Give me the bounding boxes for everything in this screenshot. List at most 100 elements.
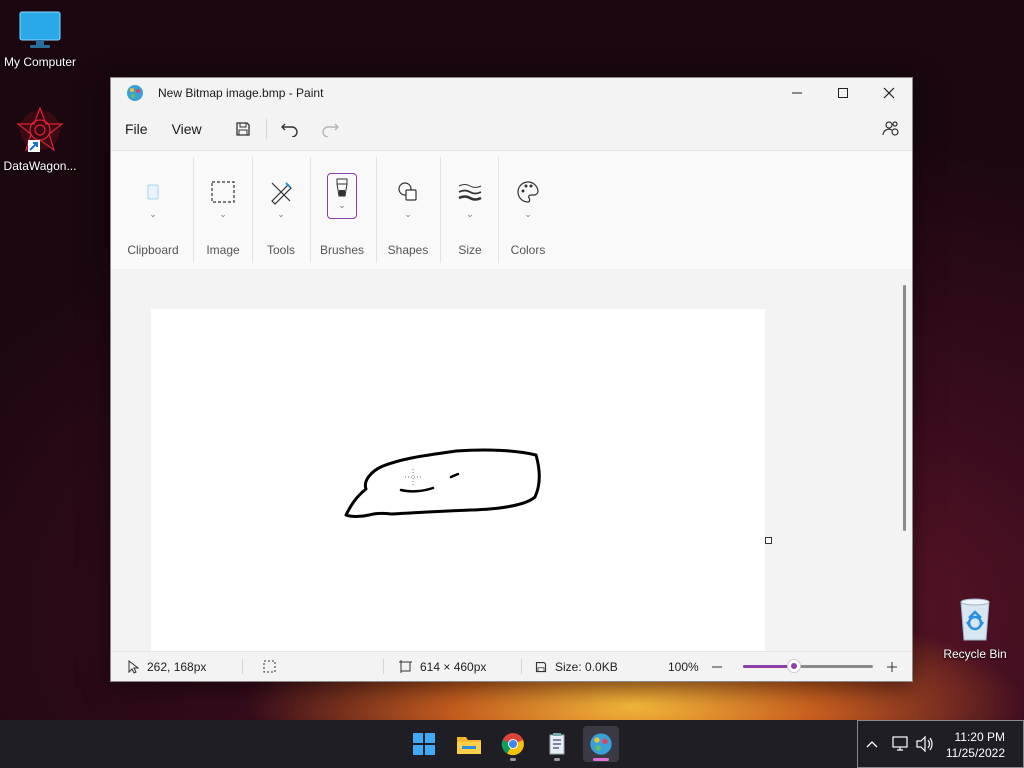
volume-icon[interactable] — [916, 736, 934, 752]
desktop-icon-datawagon[interactable]: DataWagon... — [0, 106, 80, 173]
selection-size — [263, 652, 276, 681]
save-icon — [236, 122, 250, 136]
status-divider — [521, 659, 522, 674]
canvas-workspace — [111, 269, 898, 652]
ribbon: ⌄ Clipboard ⌄ Image ⌄ Tools ⌄ Brushes ⌄ … — [111, 150, 912, 270]
zoom-slider-thumb[interactable] — [787, 660, 800, 672]
canvas-size-text: 614 × 460px — [420, 659, 487, 674]
close-button[interactable] — [866, 78, 912, 108]
paint-app-icon — [127, 85, 143, 101]
save-icon — [535, 661, 547, 672]
zoom-level: 100% — [668, 659, 699, 674]
ribbon-group-image[interactable]: ⌄ Image — [195, 151, 251, 269]
desktop-icon-label: Recycle Bin — [943, 647, 1007, 661]
ribbon-group-label: Clipboard — [127, 243, 179, 257]
cursor-position-text: 262, 168px — [147, 659, 207, 674]
size-icon — [458, 184, 482, 201]
cursor-position: 262, 168px — [127, 652, 206, 681]
ribbon-group-label: Brushes — [319, 243, 365, 257]
ribbon-group-shapes[interactable]: ⌄ Shapes — [379, 151, 437, 269]
title-bar: New Bitmap image.bmp - Paint — [111, 78, 912, 108]
brush-icon — [336, 178, 348, 197]
start-icon — [413, 733, 435, 755]
running-indicator — [510, 758, 516, 761]
file-size: Size: 0.0KB — [535, 652, 618, 681]
ribbon-group-label: Shapes — [387, 243, 429, 257]
taskbar-notepad[interactable] — [539, 726, 575, 762]
zoom-slider[interactable] — [743, 652, 873, 681]
canvas-resize-handle[interactable] — [765, 537, 772, 544]
canvas-size: 614 × 460px — [399, 652, 486, 681]
maximize-icon — [838, 88, 848, 98]
ribbon-group-label: Tools — [266, 243, 295, 257]
taskbar-chrome[interactable] — [495, 726, 531, 762]
taskbar-start-button[interactable] — [406, 726, 442, 762]
desktop-icon-my-computer[interactable]: My Computer — [0, 10, 80, 69]
selection-icon — [263, 660, 276, 673]
ribbon-group-clipboard[interactable]: ⌄ Clipboard — [121, 151, 185, 269]
save-button[interactable] — [228, 114, 258, 144]
account-button[interactable] — [876, 114, 906, 144]
plus-icon — [887, 661, 897, 672]
drawing-canvas[interactable] — [151, 309, 765, 652]
status-divider — [242, 659, 243, 674]
ribbon-divider — [440, 157, 441, 263]
ribbon-group-size[interactable]: ⌄ Size — [442, 151, 498, 269]
file-explorer-icon — [457, 737, 481, 754]
canvas-size-icon — [399, 660, 412, 673]
chevron-down-icon: ⌄ — [219, 209, 227, 219]
chevron-down-icon: ⌄ — [149, 209, 157, 219]
scrollbar-thumb[interactable] — [903, 285, 906, 531]
ribbon-divider — [498, 157, 499, 263]
chevron-up-icon[interactable] — [866, 739, 878, 749]
crosshair-cursor — [405, 469, 421, 485]
status-bar: 262, 168px 614 × 460px Size: 0.0KB 100% — [111, 651, 912, 681]
window-title: New Bitmap image.bmp - Paint — [158, 86, 324, 100]
zoom-in-button[interactable] — [886, 652, 898, 681]
file-size-text: Size: 0.0KB — [555, 659, 618, 674]
shapes-icon — [398, 182, 417, 201]
zoom-out-button[interactable] — [711, 652, 723, 681]
running-indicator — [554, 758, 560, 761]
system-tray: 11:20 PM 11/25/2022 — [857, 720, 1024, 768]
paint-window: New Bitmap image.bmp - Paint File View ⌄… — [110, 77, 913, 682]
running-indicator — [593, 758, 609, 761]
ribbon-group-tools[interactable]: ⌄ Tools — [253, 151, 309, 269]
clock-date: 11/25/2022 — [945, 746, 1005, 760]
whale-drawing — [344, 448, 541, 518]
tools-icon — [271, 182, 292, 205]
minimize-button[interactable] — [774, 78, 820, 108]
palette-icon — [517, 181, 539, 203]
maximize-button[interactable] — [820, 78, 866, 108]
redo-button[interactable] — [315, 114, 345, 144]
vertical-scrollbar[interactable] — [898, 269, 912, 652]
ribbon-group-brushes[interactable]: ⌄ Brushes — [314, 151, 370, 269]
desktop-icon-label: DataWagon... — [3, 159, 77, 173]
menu-file[interactable]: File — [111, 121, 162, 137]
chevron-down-icon: ⌄ — [277, 209, 285, 219]
pointer-icon — [128, 659, 139, 674]
menu-view[interactable]: View — [162, 121, 216, 137]
clock[interactable]: 11:20 PM 11/25/2022 — [946, 729, 1005, 761]
recycle-bin-icon — [960, 598, 990, 641]
ribbon-divider — [193, 157, 194, 263]
datawagon-logo-icon — [16, 106, 64, 152]
status-divider — [383, 659, 384, 674]
taskbar-file-explorer[interactable] — [451, 726, 487, 762]
notepad-icon — [549, 733, 565, 755]
ribbon-group-colors[interactable]: ⌄ Colors — [500, 151, 556, 269]
network-icon[interactable] — [892, 736, 910, 752]
minus-icon — [712, 666, 722, 667]
chevron-down-icon: ⌄ — [404, 209, 412, 219]
zoom-slider-fill — [743, 665, 794, 668]
redo-icon — [322, 123, 339, 137]
ribbon-divider — [376, 157, 377, 263]
undo-button[interactable] — [275, 114, 305, 144]
desktop-icon-label: My Computer — [3, 55, 77, 69]
ribbon-group-label: Size — [458, 243, 482, 257]
clock-time: 11:20 PM — [954, 730, 1005, 744]
taskbar-paint[interactable] — [583, 726, 619, 762]
desktop-icon-recycle-bin[interactable]: Recycle Bin — [935, 596, 1015, 661]
select-icon — [211, 181, 235, 203]
chevron-down-icon: ⌄ — [466, 209, 474, 219]
